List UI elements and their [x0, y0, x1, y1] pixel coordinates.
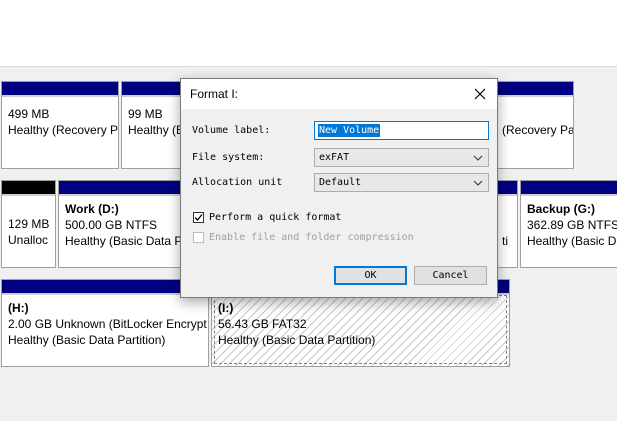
partition-header-bar	[2, 181, 55, 196]
partition-size: 362.89 GB NTFS	[527, 218, 617, 232]
allocation-unit-value: Default	[319, 177, 362, 188]
ok-button[interactable]: OK	[334, 266, 407, 285]
dialog-titlebar[interactable]: Format I:	[181, 79, 497, 109]
partition-status: Healthy (E	[128, 123, 183, 137]
partition-unallocated[interactable]: 129 MB Unalloc	[1, 180, 56, 268]
partition-size: 56.43 GB FAT32	[218, 317, 307, 331]
volume-label-value: New Volume	[318, 124, 381, 137]
quick-format-label: Perform a quick format	[209, 212, 342, 223]
cancel-button[interactable]: Cancel	[414, 266, 487, 285]
dialog-title: Format I:	[190, 87, 239, 101]
partition-header-bar	[2, 280, 208, 295]
partition-size: 99 MB	[128, 107, 163, 121]
partition-size: 2.00 GB Unknown (BitLocker Encrypt	[8, 317, 207, 331]
partition-header-bar	[521, 181, 617, 196]
partition-title: (I:)	[218, 301, 234, 315]
close-icon[interactable]	[469, 83, 491, 105]
partition-99mb[interactable]: 99 MB Healthy (E	[121, 81, 183, 169]
partition-status: Healthy (Basic Data Partition)	[8, 333, 166, 347]
partition-h[interactable]: (H:) 2.00 GB Unknown (BitLocker Encrypt …	[1, 279, 209, 367]
file-system-select[interactable]: exFAT	[314, 148, 489, 167]
partition-middle[interactable]: ti	[498, 180, 518, 268]
partition-title: Work (D:)	[65, 202, 119, 216]
partition-status: Healthy (Basic Da	[527, 234, 617, 248]
partition-header-bar	[122, 82, 182, 97]
quick-format-checkbox[interactable]	[193, 212, 204, 223]
volume-label-label: Volume label:	[192, 125, 271, 136]
partition-status: (Recovery Pa	[502, 123, 574, 137]
allocation-unit-label: Allocation unit	[192, 177, 283, 188]
partition-header-bar	[498, 181, 517, 196]
volume-label-input[interactable]: New Volume	[314, 121, 489, 140]
partition-status: Unalloc	[8, 233, 49, 247]
file-system-value: exFAT	[319, 152, 350, 163]
divider	[0, 66, 617, 67]
format-dialog: Format I: Volume label: New Volume File …	[180, 78, 498, 298]
partition-size: 500.00 GB NTFS	[65, 218, 158, 232]
partition-header-bar	[2, 82, 118, 97]
partition-header-bar	[498, 82, 573, 97]
partition-header-bar	[59, 181, 182, 196]
compression-checkbox	[193, 232, 204, 243]
chevron-down-icon	[473, 155, 483, 161]
partition-backup-g[interactable]: Backup (G:) 362.89 GB NTFS Healthy (Basi…	[520, 180, 617, 268]
partition-status: ti	[502, 234, 508, 248]
compression-label: Enable file and folder compression	[209, 232, 414, 243]
partition-status: Healthy (Basic Data Pa	[65, 234, 183, 248]
partition-title: Backup (G:)	[527, 202, 596, 216]
partition-title: (H:)	[8, 301, 29, 315]
partition-recovery-right[interactable]: (Recovery Pa	[498, 81, 574, 169]
allocation-unit-select[interactable]: Default	[314, 173, 489, 192]
chevron-down-icon	[473, 180, 483, 186]
partition-status: Healthy (Basic Data Partition)	[218, 333, 376, 347]
partition-recovery-499mb[interactable]: 499 MB Healthy (Recovery P	[1, 81, 119, 169]
checkmark-icon	[194, 214, 203, 221]
partition-size: 499 MB	[8, 107, 50, 121]
partition-work-d[interactable]: Work (D:) 500.00 GB NTFS Healthy (Basic …	[58, 180, 183, 268]
file-system-label: File system:	[192, 152, 265, 163]
partition-status: Healthy (Recovery P	[8, 123, 119, 137]
partition-size: 129 MB	[8, 217, 50, 231]
